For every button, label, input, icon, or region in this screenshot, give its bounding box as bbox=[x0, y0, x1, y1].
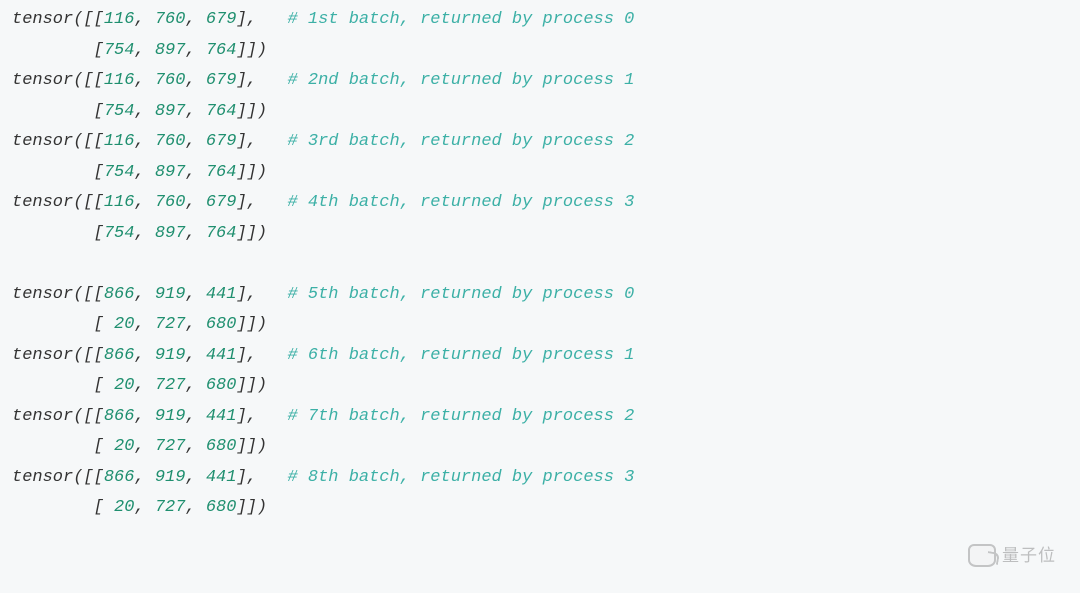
code-line: [ 20, 727, 680]]) bbox=[12, 371, 1068, 402]
code-line: [754, 897, 764]]) bbox=[12, 36, 1068, 67]
code-line: tensor([[116, 760, 679], # 2nd batch, re… bbox=[12, 66, 1068, 97]
code-line: [ 20, 727, 680]]) bbox=[12, 493, 1068, 524]
wechat-icon bbox=[968, 544, 996, 567]
code-line: tensor([[116, 760, 679], # 4th batch, re… bbox=[12, 188, 1068, 219]
code-line: [ 20, 727, 680]]) bbox=[12, 432, 1068, 463]
code-line: [754, 897, 764]]) bbox=[12, 219, 1068, 250]
code-line: tensor([[866, 919, 441], # 5th batch, re… bbox=[12, 280, 1068, 311]
code-line: tensor([[866, 919, 441], # 8th batch, re… bbox=[12, 463, 1068, 494]
code-line: tensor([[116, 760, 679], # 1st batch, re… bbox=[12, 5, 1068, 36]
watermark-text: 量子位 bbox=[1002, 541, 1056, 572]
code-line: [754, 897, 764]]) bbox=[12, 97, 1068, 128]
code-line: tensor([[116, 760, 679], # 3rd batch, re… bbox=[12, 127, 1068, 158]
watermark: 量子位 bbox=[968, 541, 1056, 572]
code-line: [754, 897, 764]]) bbox=[12, 158, 1068, 189]
code-line: tensor([[866, 919, 441], # 6th batch, re… bbox=[12, 341, 1068, 372]
code-line: tensor([[866, 919, 441], # 7th batch, re… bbox=[12, 402, 1068, 433]
code-line: [ 20, 727, 680]]) bbox=[12, 310, 1068, 341]
code-block: tensor([[116, 760, 679], # 1st batch, re… bbox=[12, 5, 1068, 524]
